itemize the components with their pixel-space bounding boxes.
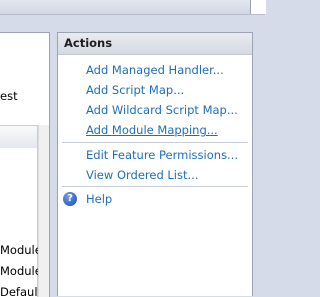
actions-separator [62, 186, 248, 187]
add-managed-handler-link[interactable]: Add Managed Handler... [86, 63, 224, 77]
list-item[interactable]: Default [0, 285, 42, 297]
actions-separator [62, 142, 248, 143]
list-item[interactable]: Module [0, 243, 42, 257]
help-icon[interactable]: ? [63, 192, 77, 206]
help-link[interactable]: Help [86, 192, 112, 206]
actions-header: Actions [58, 33, 252, 55]
list-item[interactable]: Module [0, 264, 42, 278]
handler-mappings-list: Module Module Default [0, 148, 42, 297]
add-wildcard-script-map-link[interactable]: Add Wildcard Script Map... [86, 103, 238, 117]
view-ordered-list-link[interactable]: View Ordered List... [86, 168, 198, 182]
window-top-strip [0, 0, 265, 15]
window-top-right-fragment [250, 0, 266, 14]
actions-pane: Actions Add Managed Handler... Add Scrip… [57, 32, 253, 296]
add-script-map-link[interactable]: Add Script Map... [86, 83, 184, 97]
vertical-scrollbar[interactable] [38, 125, 49, 297]
list-column-header[interactable] [0, 125, 38, 149]
description-text-fragment: est [0, 89, 18, 103]
edit-feature-permissions-link[interactable]: Edit Feature Permissions... [86, 148, 238, 162]
add-module-mapping-link[interactable]: Add Module Mapping... [86, 123, 218, 137]
feature-pane: est Module Module Default [0, 32, 50, 297]
